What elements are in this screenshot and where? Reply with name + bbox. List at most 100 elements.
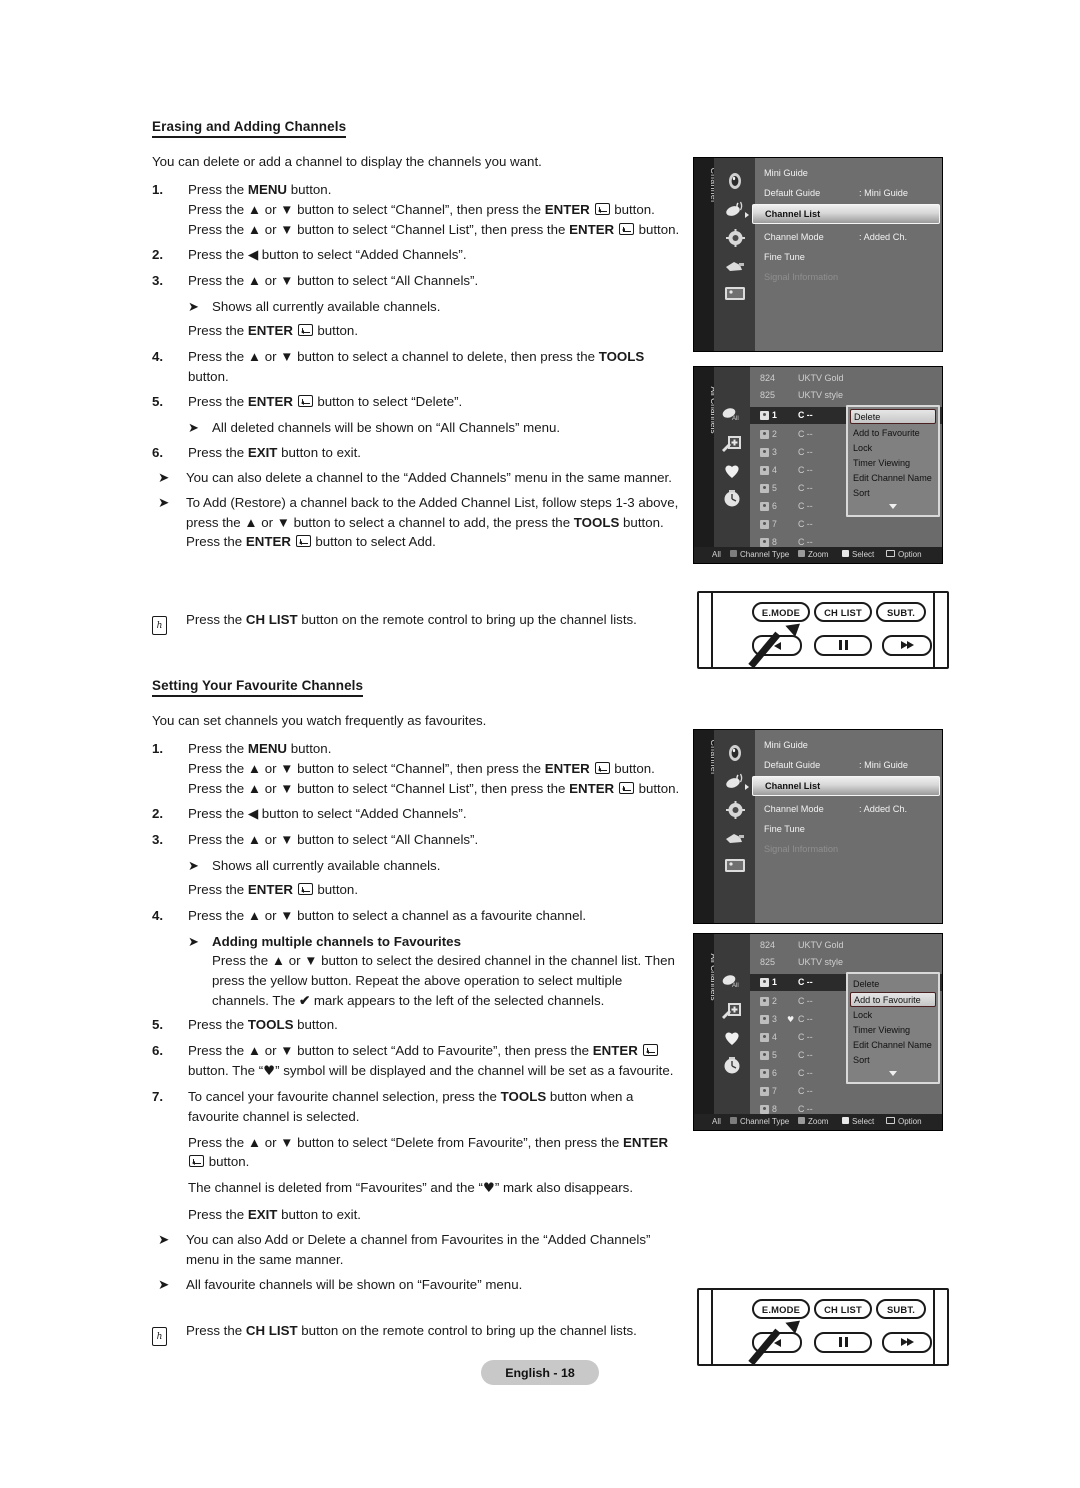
channel-row[interactable]: 7 C -- [750, 517, 942, 532]
remote-edge-line [933, 1290, 935, 1364]
step-item: 7. To cancel your favourite channel sele… [152, 1087, 682, 1126]
osd-menu-row-default-guide[interactable]: Default Guide : Mini Guide [755, 756, 942, 774]
remote-button-subt[interactable]: SUBT. [876, 602, 926, 622]
favourite-icon[interactable] [721, 1028, 743, 1048]
osd-menu-row-channel-list[interactable]: Channel List [745, 204, 940, 224]
tools-popup-menu-1: Delete Add to Favourite Lock Timer Viewi… [846, 405, 940, 517]
channel-name: UKTV style [798, 957, 844, 967]
step-subnote-after: Press the ENTER button. [188, 882, 359, 898]
remote-button-chlist[interactable]: CH LIST [814, 1299, 872, 1319]
osd-menu-row-mini-guide[interactable]: Mini Guide [755, 736, 942, 754]
osd-menu-row-channel-list[interactable]: Channel List [745, 776, 940, 796]
osd-menu-row-channel-mode[interactable]: Channel Mode : Added Ch. [755, 800, 942, 818]
status-option[interactable]: Option [886, 1114, 922, 1130]
all-channels-icon[interactable]: All [721, 970, 743, 990]
section1-intro: You can delete or add a channel to displ… [152, 154, 542, 169]
added-channels-icon[interactable] [721, 433, 743, 453]
step-subnote-title: Adding multiple channels to Favourites [212, 933, 461, 949]
popup-item-timer-viewing[interactable]: Timer Viewing [850, 456, 936, 471]
step-item: 4. Press the ▲ or ▼ button to select a c… [152, 906, 682, 926]
scroll-down-caret-icon[interactable] [889, 504, 897, 509]
remote-edge-line [711, 593, 713, 667]
osd-tab-strip: All Channels [694, 934, 719, 1114]
remote-button-pause[interactable] [814, 635, 872, 656]
step-subnote-text: Press the ▲ or ▼ button to select the de… [212, 953, 675, 1008]
remote-button-icon: h [152, 610, 186, 636]
popup-item-lock[interactable]: Lock [850, 441, 936, 456]
status-select[interactable]: Select [842, 1114, 874, 1130]
enter-icon [642, 1044, 658, 1057]
channel-type-icon [760, 520, 769, 529]
step-number: 4. [152, 348, 164, 364]
popup-item-edit-channel-name[interactable]: Edit Channel Name [850, 471, 936, 486]
note-text: You can also delete a channel to the “Ad… [186, 470, 672, 486]
osd-menu-row-default-guide[interactable]: Default Guide : Mini Guide [755, 184, 942, 202]
channel-number: 6 [772, 1068, 777, 1078]
remote-button-fast-forward[interactable] [882, 635, 932, 656]
step-item: 6. Press the EXIT button to exit. [152, 443, 682, 463]
osd-menu-row-fine-tune[interactable]: Fine Tune [755, 248, 942, 266]
popup-item-add-to-favourite[interactable]: Add to Favourite [850, 426, 936, 441]
popup-item-sort[interactable]: Sort [850, 486, 936, 501]
popup-item-sort[interactable]: Sort [850, 1053, 936, 1068]
enter-icon [297, 395, 313, 408]
status-channel-type[interactable]: Channel Type [730, 547, 789, 563]
popup-item-delete[interactable]: Delete [850, 977, 936, 992]
step-item: 3. Press the ▲ or ▼ button to select “Al… [152, 830, 682, 850]
channel-number: 2 [772, 429, 777, 439]
popup-item-add-to-favourite[interactable]: Add to Favourite [850, 992, 936, 1007]
popup-item-timer-viewing[interactable]: Timer Viewing [850, 1023, 936, 1038]
enter-icon [594, 761, 610, 774]
osd-menu-row-signal-information: Signal Information [755, 840, 942, 858]
status-select[interactable]: Select [842, 547, 874, 563]
channel-type-icon [760, 978, 769, 987]
added-channels-icon[interactable] [721, 1000, 743, 1020]
step-number: 2. [152, 806, 164, 822]
osd-row-label: Channel Mode [764, 232, 824, 242]
osd-menu-row-fine-tune[interactable]: Fine Tune [755, 820, 942, 838]
popup-item-delete[interactable]: Delete [850, 409, 936, 424]
osd-icon-column: All [714, 934, 750, 1114]
channel-type-icon [760, 538, 769, 547]
osd-row-value: : Added Ch. [859, 232, 908, 242]
chlist-note-text: Press the CH LIST button on the remote c… [186, 612, 637, 628]
channel-type-icon [760, 448, 769, 457]
channel-number: 7 [772, 519, 777, 529]
popup-item-lock[interactable]: Lock [850, 1008, 936, 1023]
status-zoom[interactable]: Zoom [798, 1114, 828, 1130]
channel-type-icon [760, 484, 769, 493]
channel-row[interactable]: 7 C -- [750, 1084, 942, 1099]
osd-row-value: : Added Ch. [859, 804, 908, 814]
favourite-icon[interactable] [721, 461, 743, 481]
note-text: You can also Add or Delete a channel fro… [186, 1232, 651, 1268]
status-option[interactable]: Option [886, 547, 922, 563]
remote-button-chlist[interactable]: CH LIST [814, 602, 872, 622]
remote-button-emode[interactable]: E.MODE [752, 1299, 810, 1319]
step-number: 3. [152, 831, 164, 847]
osd-menu-row-mini-guide[interactable]: Mini Guide [755, 164, 942, 182]
channel-code: C -- [798, 501, 813, 511]
popup-item-edit-channel-name[interactable]: Edit Channel Name [850, 1038, 936, 1053]
timer-icon[interactable] [721, 1056, 743, 1076]
remote-button-fast-forward[interactable] [882, 1332, 932, 1353]
osd-menu-row-channel-mode[interactable]: Channel Mode : Added Ch. [755, 228, 942, 246]
step7-follow-2: The channel is deleted from “Favourites”… [188, 1180, 634, 1197]
remote-button-emode[interactable]: E.MODE [752, 602, 810, 622]
enter-icon [189, 1155, 204, 1168]
remote-button-pause[interactable] [814, 1332, 872, 1353]
remote-button-subt[interactable]: SUBT. [876, 1299, 926, 1319]
channel-number: 3 [772, 447, 777, 457]
all-channels-icon[interactable]: All [721, 403, 743, 423]
enter-icon [297, 883, 313, 896]
arrow-bullet-icon: ➤ [158, 1232, 170, 1248]
scroll-down-caret-icon[interactable] [889, 1071, 897, 1076]
status-zoom[interactable]: Zoom [798, 547, 828, 563]
step7-follow-3: Press the EXIT button to exit. [188, 1206, 361, 1222]
note-item: ➤ You can also Add or Delete a channel f… [152, 1230, 682, 1269]
plug-icon [723, 827, 747, 848]
status-channel-type[interactable]: Channel Type [730, 1114, 789, 1130]
step-number: 3. [152, 272, 164, 288]
timer-icon[interactable] [721, 489, 743, 509]
grey-button-icon [730, 1117, 737, 1124]
osd-row-label: Default Guide [764, 188, 821, 198]
